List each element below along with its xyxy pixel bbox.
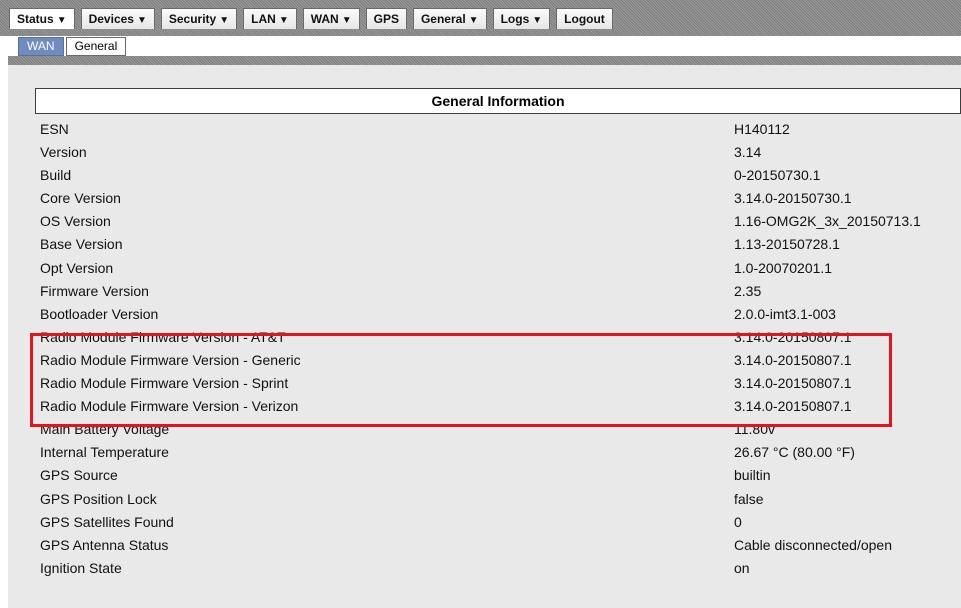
row-label: Core Version xyxy=(40,190,121,207)
row-label: Radio Module Firmware Version - Generic xyxy=(40,351,301,368)
row-label: Bootloader Version xyxy=(40,305,159,322)
info-row-core-version: Core Version 3.14.0-20150730.1 xyxy=(40,187,955,210)
info-row-radio-firmware-att: Radio Module Firmware Version - AT&T 3.14… xyxy=(40,326,955,349)
row-value: builtin xyxy=(734,467,771,484)
menu-label: LAN xyxy=(251,12,276,26)
row-label: GPS Source xyxy=(40,467,118,484)
row-value: 3.14.0-20150730.1 xyxy=(734,190,852,207)
row-label: OS Version xyxy=(40,213,111,230)
menu-logs[interactable]: Logs ▼ xyxy=(492,8,551,29)
row-value: 2.0.0-imt3.1-003 xyxy=(734,305,836,322)
info-row-build: Build 0-20150730.1 xyxy=(40,164,955,187)
row-label: ESN xyxy=(40,121,69,137)
row-label: GPS Antenna Status xyxy=(40,536,169,553)
row-label: Base Version xyxy=(40,236,123,253)
menu-general[interactable]: General ▼ xyxy=(412,8,487,29)
info-row-esn: ESN H140112 xyxy=(40,118,955,141)
menu-label: GPS xyxy=(373,12,399,26)
menu-label: Status xyxy=(17,12,54,26)
info-row-firmware-version: Firmware Version 2.35 xyxy=(40,280,955,303)
info-row-gps-position-lock: GPS Position Lock false xyxy=(40,488,955,511)
row-label: GPS Position Lock xyxy=(40,490,157,507)
row-label: Main Battery Voltage xyxy=(40,421,170,438)
row-value: 0-20150730.1 xyxy=(734,167,821,184)
menu-label: General xyxy=(420,12,466,26)
info-row-os-version: OS Version 1.16-OMG2K_3x_20150713.1 xyxy=(40,210,955,233)
row-value: 26.67 °C (80.00 °F) xyxy=(734,444,855,461)
menu-devices[interactable]: Devices ▼ xyxy=(80,8,155,29)
info-row-version: Version 3.14 xyxy=(40,141,955,164)
row-value: 3.14.0-20150807.1 xyxy=(734,351,852,368)
top-menu-bar: Status ▼ Devices ▼ Security ▼ LAN ▼ WAN ▼ GPS… xyxy=(0,0,961,36)
dropdown-arrow-icon: ▼ xyxy=(219,15,230,26)
dropdown-arrow-icon: ▼ xyxy=(468,15,479,26)
menu-gps[interactable]: GPS xyxy=(365,8,407,29)
row-value: 3.14.0-20150807.1 xyxy=(734,398,852,415)
menu-logout[interactable]: Logout xyxy=(556,8,613,29)
menu-label: WAN xyxy=(310,12,339,26)
dropdown-arrow-icon: ▼ xyxy=(56,15,67,26)
info-row-gps-source: GPS Source builtin xyxy=(40,464,955,487)
row-value: 2.35 xyxy=(734,282,762,299)
row-label: Internal Temperature xyxy=(40,444,169,461)
row-label: Radio Module Firmware Version - AT&T xyxy=(40,328,286,345)
dropdown-arrow-icon: ▼ xyxy=(278,15,289,26)
row-value: 1.13-20150728.1 xyxy=(734,236,840,253)
info-row-bootloader-version: Bootloader Version 2.0.0-imt3.1-003 xyxy=(40,303,955,326)
menu-wan[interactable]: WAN ▼ xyxy=(302,8,360,29)
dropdown-arrow-icon: ▼ xyxy=(341,15,352,26)
row-label: Ignition State xyxy=(40,559,122,576)
info-row-opt-version: Opt Version 1.0-20070201.1 xyxy=(40,257,955,280)
row-value: H140112 xyxy=(734,121,790,137)
info-row-gps-antenna-status: GPS Antenna Status Cable disconnected/ope… xyxy=(40,534,955,557)
row-label: GPS Satellites Found xyxy=(40,513,174,530)
info-row-ignition-state: Ignition State on xyxy=(40,557,955,580)
general-information-header: General Information xyxy=(35,88,961,114)
subtab-general[interactable]: General xyxy=(65,37,127,56)
info-row-radio-firmware-sprint: Radio Module Firmware Version - Sprint 3.… xyxy=(40,372,955,395)
info-row-radio-firmware-generic: Radio Module Firmware Version - Generic 3… xyxy=(40,349,955,372)
dropdown-arrow-icon: ▼ xyxy=(136,15,147,26)
row-value: 3.14 xyxy=(734,144,762,161)
menu-status[interactable]: Status ▼ xyxy=(9,8,75,29)
row-value: 1.16-OMG2K_3x_20150713.1 xyxy=(734,213,921,230)
general-information-table: ESN H140112 Version 3.14 Build 0-20150730.1… xyxy=(40,118,955,580)
info-row-gps-satellites-found: GPS Satellites Found 0 xyxy=(40,511,955,534)
row-value: on xyxy=(734,559,750,576)
row-label: Version xyxy=(40,144,87,161)
menu-label: Logs xyxy=(500,12,530,26)
row-value: 3.14.0-20150807.1 xyxy=(734,328,852,345)
sub-tabs: WAN General xyxy=(18,37,127,56)
row-label: Radio Module Firmware Version - Verizon xyxy=(40,398,299,415)
menu-label: Security xyxy=(168,12,217,26)
row-label: Opt Version xyxy=(40,259,114,276)
subtab-wan[interactable]: WAN xyxy=(18,37,64,56)
row-value: 1.0-20070201.1 xyxy=(734,259,833,276)
row-label: Firmware Version xyxy=(40,282,149,299)
row-value: false xyxy=(734,490,764,507)
dropdown-arrow-icon: ▼ xyxy=(532,15,543,26)
info-row-base-version: Base Version 1.13-20150728.1 xyxy=(40,233,955,256)
row-label: Build xyxy=(40,167,72,184)
menu-security[interactable]: Security ▼ xyxy=(160,8,238,29)
info-row-internal-temperature: Internal Temperature 26.67 °C (80.00 °F) xyxy=(40,441,955,464)
info-row-main-battery-voltage: Main Battery Voltage 11.80v xyxy=(40,418,955,441)
main-menu: Status ▼ Devices ▼ Security ▼ LAN ▼ WAN ▼ GPS… xyxy=(9,8,613,30)
info-row-radio-firmware-verizon: Radio Module Firmware Version - Verizon 3… xyxy=(40,395,955,418)
menu-label: Devices xyxy=(88,12,134,26)
separator-bar xyxy=(8,56,961,65)
menu-lan[interactable]: LAN ▼ xyxy=(243,8,297,29)
row-value: Cable disconnected/open xyxy=(734,536,893,553)
menu-label: Logout xyxy=(564,12,605,26)
row-value: 11.80v xyxy=(734,421,775,438)
row-value: 3.14.0-20150807.1 xyxy=(734,375,852,392)
row-value: 0 xyxy=(734,513,742,530)
row-label: Radio Module Firmware Version - Sprint xyxy=(40,375,289,392)
